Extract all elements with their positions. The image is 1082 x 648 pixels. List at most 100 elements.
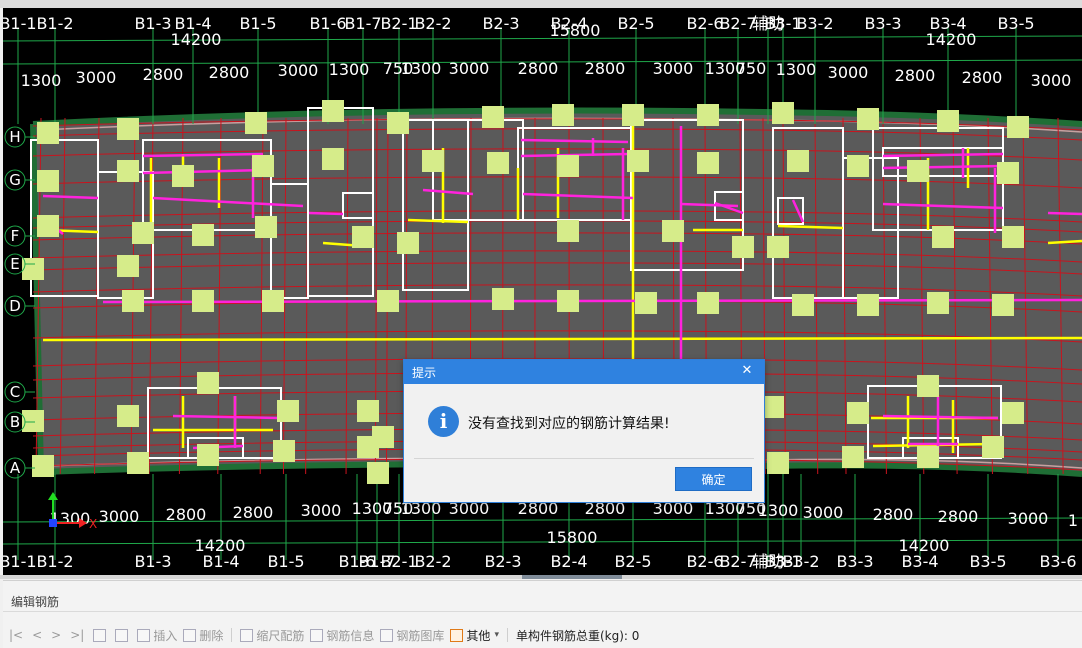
library-icon [380,629,393,642]
splitter-handle[interactable] [522,575,622,579]
dialog-divider [414,458,754,459]
next-button[interactable]: > [51,628,61,642]
row-label: B [10,413,20,431]
column [32,455,54,477]
axis-label-bottom: B1-1 [3,552,37,571]
rebar-info-button[interactable]: 钢筋信息 [310,627,374,644]
dimension-text: 1300 [21,71,62,90]
column [1002,402,1024,424]
column [357,400,379,422]
dim-band-line [3,36,1082,41]
row-label: F [11,227,20,245]
axis-label-top: B2-5 [617,14,654,33]
column [117,255,139,277]
axis-label-bottom: B2-3 [484,552,521,571]
column [927,292,949,314]
dimension-total: 14200 [926,30,977,49]
axis-label-top: B1-2 [36,14,73,33]
dimension-text: 2800 [873,505,914,524]
column [37,122,59,144]
column [197,372,219,394]
move-down-button[interactable] [115,629,131,642]
other-dropdown[interactable]: 其他▾ [450,627,499,644]
last-button[interactable]: >| [70,628,84,642]
axis-label-top: B2-3 [482,14,519,33]
other-icon [450,629,463,642]
dimension-text: 2800 [143,65,184,84]
column [357,436,379,458]
close-icon[interactable]: ✕ [740,364,754,378]
edit-rebar-panel: 编辑钢筋 |< < > >| 插入 删除 缩尺配筋 钢筋信息 钢筋图库 其他▾ … [3,580,1082,648]
ucs-origin [49,519,57,527]
move-up-button[interactable] [93,629,109,642]
info-icon [310,629,323,642]
column [132,222,154,244]
prev-button[interactable]: < [32,628,42,642]
column [792,294,814,316]
column [557,220,579,242]
column [982,436,1004,458]
axis-label-bottom: B1-3 [134,552,171,571]
column [322,100,344,122]
axis-label-bottom: B2-7 [719,552,756,571]
library-label: 钢筋图库 [396,627,444,644]
column [492,288,514,310]
column [662,220,684,242]
insert-icon [137,629,150,642]
column [767,236,789,258]
arrow-up-icon [93,629,106,642]
dimension-text: 3000 [449,59,490,78]
rebar-toolbar: |< < > >| 插入 删除 缩尺配筋 钢筋信息 钢筋图库 其他▾ 单构件钢筋… [9,625,639,645]
dimension-text: 1300 [776,60,817,79]
column [172,165,194,187]
column [857,294,879,316]
axis-label-top: B2-7 [719,14,756,33]
dimension-total: 14200 [171,30,222,49]
column [622,104,644,126]
column [377,290,399,312]
ok-button[interactable]: 确定 [675,467,752,491]
insert-button[interactable]: 插入 [137,627,177,644]
column [277,400,299,422]
other-label: 其他 [466,627,490,644]
dimension-total: 15800 [547,528,598,547]
total-weight: 单构件钢筋总重(kg): 0 [516,627,639,644]
axis-label-bottom: B3-3 [836,552,873,571]
axis-label-top: B2-1 [380,14,417,33]
axis-label-bottom: B2-2 [414,552,451,571]
dialog-titlebar[interactable]: 提示 ✕ [404,360,764,384]
column [127,452,149,474]
dimension-text: 1300 [329,60,370,79]
first-button[interactable]: |< [9,628,23,642]
axis-label-bottom: B2-4 [550,552,587,571]
arrow-down-icon [115,629,128,642]
column [1002,226,1024,248]
column [1007,116,1029,138]
column [697,292,719,314]
row-label: C [10,383,20,401]
row-label: H [9,128,20,146]
column [482,106,504,128]
dimension-text: 3000 [301,501,342,520]
rebar-library-button[interactable]: 钢筋图库 [380,627,444,644]
dimension-text: 3000 [1008,509,1049,528]
column [197,444,219,466]
column [857,108,879,130]
dimension-text: 3000 [99,507,140,526]
column [842,446,864,468]
insert-label: 插入 [153,627,177,644]
delete-button[interactable]: 删除 [183,627,223,644]
axis-label-top: B3-2 [796,14,833,33]
info-label: 钢筋信息 [326,627,374,644]
dimension-text: 2800 [209,63,250,82]
dimension-total: 14200 [195,536,246,555]
axis-label-top: B1-6 [309,14,346,33]
dimension-text: 2800 [518,59,559,78]
column [697,104,719,126]
column [192,290,214,312]
column [557,290,579,312]
column [772,102,794,124]
scale-rebar-button[interactable]: 缩尺配筋 [240,627,304,644]
column [997,162,1019,184]
column [117,160,139,182]
